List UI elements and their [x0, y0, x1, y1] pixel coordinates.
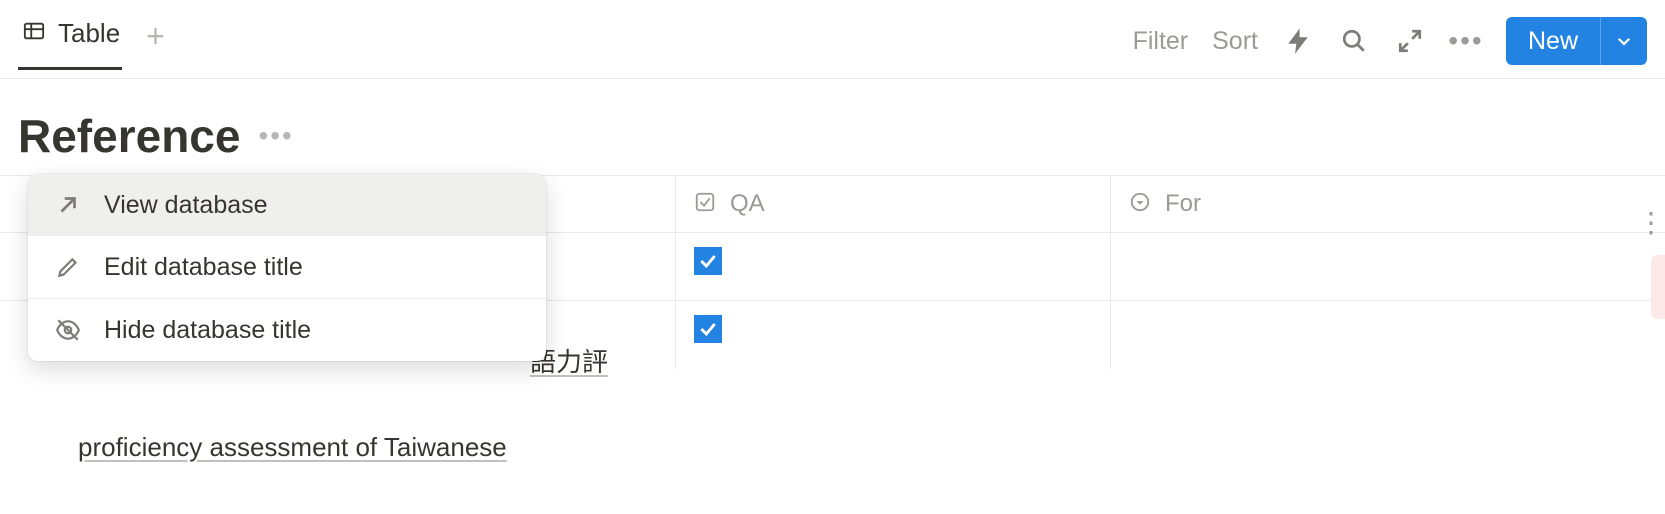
pencil-icon — [54, 254, 82, 280]
row-color-tag — [1651, 255, 1665, 319]
column-label-qa: QA — [730, 190, 765, 218]
menu-item-label: Hide database title — [104, 316, 311, 345]
title-more-icon[interactable]: ••• — [258, 120, 293, 152]
arrow-up-right-icon — [54, 192, 82, 218]
database-title[interactable]: Reference — [18, 109, 240, 163]
checkbox-checked-icon[interactable] — [694, 247, 722, 275]
add-view-button[interactable]: + — [146, 20, 165, 62]
checkbox-checked-icon[interactable] — [694, 315, 722, 343]
table-icon — [20, 20, 48, 47]
menu-item-view-database[interactable]: View database — [28, 174, 546, 236]
dropdown-icon — [1129, 191, 1151, 218]
new-button-group: New — [1506, 17, 1647, 65]
database-title-menu: View database Edit database title Hide d… — [28, 174, 546, 361]
search-icon[interactable] — [1338, 25, 1370, 57]
tab-table[interactable]: Table — [18, 12, 122, 70]
view-toolbar: Table + Filter Sort ••• New — [0, 0, 1665, 78]
new-button[interactable]: New — [1506, 17, 1600, 65]
more-icon[interactable]: ••• — [1450, 25, 1482, 57]
bolt-icon[interactable] — [1282, 25, 1314, 57]
column-overflow-icon[interactable]: ⋮ — [1637, 206, 1665, 239]
sort-button[interactable]: Sort — [1212, 27, 1258, 56]
checkbox-icon — [694, 191, 716, 218]
column-label-for: For — [1165, 190, 1201, 218]
cell-qa[interactable] — [675, 233, 1110, 300]
cell-for[interactable] — [1110, 301, 1665, 369]
menu-item-label: View database — [104, 191, 268, 220]
cell-for[interactable] — [1110, 233, 1665, 300]
eye-off-icon — [54, 317, 82, 343]
menu-item-label: Edit database title — [104, 253, 303, 282]
column-qa[interactable]: QA — [675, 176, 1110, 232]
menu-item-hide-title[interactable]: Hide database title — [28, 299, 546, 361]
cell-qa[interactable] — [675, 301, 1110, 369]
new-dropdown[interactable] — [1600, 17, 1647, 65]
expand-icon[interactable] — [1394, 25, 1426, 57]
menu-item-edit-title[interactable]: Edit database title — [28, 236, 546, 298]
cell-title-partial-below: proficiency assessment of Taiwanese — [78, 432, 507, 463]
filter-button[interactable]: Filter — [1133, 27, 1189, 56]
column-for[interactable]: For — [1110, 176, 1665, 232]
tab-label: Table — [58, 18, 120, 49]
